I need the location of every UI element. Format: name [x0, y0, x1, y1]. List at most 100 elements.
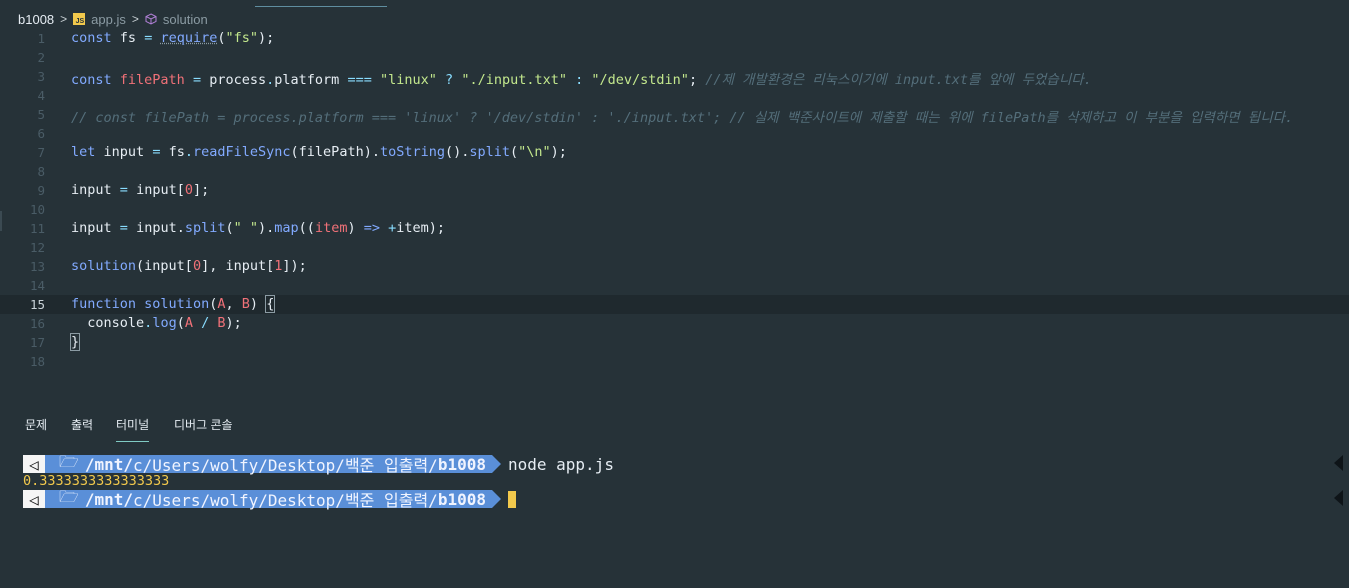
code-line-current[interactable]: 15 function solution(A, B) {: [0, 295, 1349, 314]
code-line[interactable]: 16 console.log(A / B);: [0, 314, 1349, 333]
line-number: 14: [29, 278, 45, 293]
tab-problems[interactable]: 문제: [25, 416, 47, 433]
code-token: solution: [144, 296, 210, 312]
line-number: 1: [37, 31, 45, 46]
bracket-match: {: [265, 295, 276, 313]
line-number: 10: [29, 202, 45, 217]
code-token: ((: [298, 220, 315, 236]
line-number: 6: [37, 126, 45, 141]
code-line[interactable]: 12: [0, 238, 1349, 257]
code-line[interactable]: 4: [0, 86, 1349, 105]
code-token: (filePath).: [290, 144, 380, 160]
code-line[interactable]: 8: [0, 162, 1349, 181]
chevron-right-icon: >: [60, 12, 68, 26]
code-token: "\n": [518, 144, 551, 160]
code-line[interactable]: 2: [0, 48, 1349, 67]
code-line[interactable]: 10: [0, 200, 1349, 219]
code-token: function: [71, 296, 137, 312]
line-number: 17: [29, 335, 45, 350]
line-number: 5: [37, 107, 45, 122]
line-number: 9: [37, 183, 45, 198]
breadcrumb-folder[interactable]: b1008: [18, 12, 54, 27]
code-token: ): [249, 296, 259, 312]
code-line[interactable]: 3 const filePath = process.platform === …: [0, 67, 1349, 88]
line-number: 15: [29, 297, 45, 312]
code-token: split: [184, 220, 226, 236]
code-token: );: [225, 315, 242, 331]
breadcrumb-file[interactable]: app.js: [91, 12, 126, 27]
code-token: map: [274, 220, 299, 236]
prompt-os-icon: ◁: [23, 490, 54, 509]
line-number: 7: [37, 145, 45, 160]
code-token: /: [201, 315, 210, 331]
prompt-right-segment-icon: [1334, 490, 1343, 506]
path-prefix: /mnt/: [84, 489, 134, 509]
code-token: item);: [396, 220, 446, 236]
code-line[interactable]: 7 let input = fs.readFileSync(filePath).…: [0, 143, 1349, 162]
code-line[interactable]: 18: [0, 352, 1349, 371]
code-token: ], input[: [201, 258, 275, 274]
code-line[interactable]: 13 solution(input[0], input[1]);: [0, 257, 1349, 276]
code-token: =: [144, 30, 153, 46]
breadcrumb-symbol[interactable]: solution: [163, 12, 208, 27]
code-token: 0: [184, 182, 193, 198]
code-token: input: [71, 182, 112, 198]
path-mid: c/Users/wolfy/Desktop/백준 입출력/: [133, 456, 438, 475]
prompt-path: 🗁 /mnt/c/Users/wolfy/Desktop/백준 입출력/b100…: [45, 487, 501, 510]
line-number: 16: [29, 316, 45, 331]
code-token: .: [184, 144, 193, 160]
prompt-right-segment-icon: [1334, 455, 1343, 471]
line-number: 4: [37, 88, 45, 103]
code-token: split: [469, 144, 511, 160]
line-number: 2: [37, 50, 45, 65]
terminal-prompt-line: ◁ 🗁 /mnt/c/Users/wolfy/Desktop/백준 입출력/b1…: [23, 452, 614, 475]
code-token: );: [550, 144, 567, 160]
code-token: (: [225, 220, 234, 236]
folder-icon: 🗁: [59, 486, 79, 506]
terminal-command: node app.js: [507, 454, 614, 474]
code-token: input: [103, 144, 145, 160]
bracket-match: }: [69, 333, 81, 351]
terminal-prompt-line: ◁ 🗁 /mnt/c/Users/wolfy/Desktop/백준 입출력/b1…: [23, 487, 516, 510]
chevron-right-icon: >: [131, 12, 139, 26]
code-token: let: [71, 144, 96, 160]
prompt-path: 🗁 /mnt/c/Users/wolfy/Desktop/백준 입출력/b100…: [45, 452, 501, 475]
code-token: B: [241, 296, 250, 312]
code-token: ];: [192, 182, 210, 198]
code-token: fs: [168, 144, 185, 160]
line-number: 3: [37, 69, 45, 84]
tab-debug-console[interactable]: 디버그 콘솔: [174, 416, 233, 433]
active-tab-indicator: [255, 6, 387, 7]
code-token: =: [119, 220, 128, 236]
code-token: ).: [258, 220, 275, 236]
path-dir: b1008: [437, 454, 486, 474]
javascript-file-icon: JS: [73, 13, 86, 25]
code-token: =>: [363, 220, 380, 236]
code-line[interactable]: 6: [0, 124, 1349, 143]
code-token: " ": [233, 220, 259, 236]
code-token: input[: [136, 182, 185, 198]
code-token: (: [510, 144, 519, 160]
tab-terminal[interactable]: 터미널: [116, 416, 150, 442]
tab-output[interactable]: 출력: [71, 416, 93, 433]
code-token: require: [160, 30, 218, 46]
symbol-method-icon: [145, 13, 157, 25]
code-editor[interactable]: 1 const fs = require("fs"); 2 3 const fi…: [0, 29, 1349, 384]
code-token: ): [347, 220, 356, 236]
code-token: (input[: [136, 258, 193, 274]
path-mid: c/Users/wolfy/Desktop/백준 입출력/: [133, 491, 438, 510]
code-line[interactable]: 1 const fs = require("fs");: [0, 29, 1349, 48]
code-token: console: [87, 315, 145, 331]
code-token: B: [217, 315, 226, 331]
code-token: (: [176, 315, 185, 331]
panel-tabs: 문제 출력 터미널 디버그 콘솔: [0, 410, 1349, 442]
code-line[interactable]: 5 // const filePath = process.platform =…: [0, 105, 1349, 126]
code-line[interactable]: 11 input = input.split(" ").map((item) =…: [0, 219, 1349, 238]
code-line[interactable]: 14: [0, 276, 1349, 295]
code-line[interactable]: 9 input = input[0];: [0, 181, 1349, 200]
line-number: 8: [37, 164, 45, 179]
line-number: 11: [29, 221, 45, 236]
code-line[interactable]: 17 }: [0, 333, 1349, 352]
code-token: toString: [379, 144, 445, 160]
path-prefix: /mnt/: [84, 454, 134, 474]
